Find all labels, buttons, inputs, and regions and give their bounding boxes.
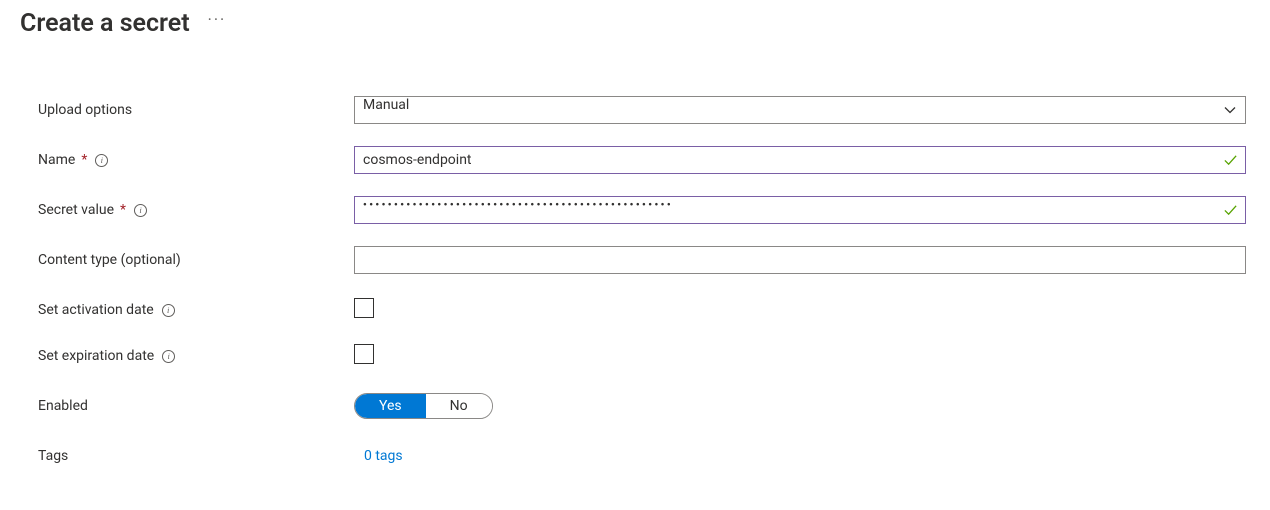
- upload-options-value: Manual: [354, 96, 1246, 124]
- upload-options-label: Upload options: [38, 102, 132, 118]
- secret-value-input[interactable]: ••••••••••••••••••••••••••••••••••••••••…: [354, 196, 1246, 224]
- upload-options-select[interactable]: Manual: [354, 96, 1246, 124]
- info-icon[interactable]: i: [95, 154, 108, 167]
- name-label: Name: [38, 152, 75, 168]
- tags-label: Tags: [38, 448, 68, 464]
- enabled-option-no[interactable]: No: [426, 394, 492, 418]
- expiration-date-checkbox[interactable]: [354, 344, 374, 364]
- enabled-toggle: Yes No: [354, 393, 493, 419]
- page-title: Create a secret: [20, 9, 190, 38]
- info-icon[interactable]: i: [162, 350, 175, 363]
- required-star-icon: *: [120, 202, 126, 218]
- enabled-option-yes[interactable]: Yes: [355, 394, 426, 418]
- enabled-label: Enabled: [38, 398, 88, 414]
- info-icon[interactable]: i: [162, 304, 175, 317]
- content-type-label: Content type (optional): [38, 252, 181, 268]
- secret-value-label: Secret value: [38, 202, 114, 218]
- secret-value-masked: ••••••••••••••••••••••••••••••••••••••••…: [363, 200, 673, 211]
- name-input[interactable]: [354, 146, 1246, 174]
- info-icon[interactable]: i: [134, 204, 147, 217]
- content-type-input[interactable]: [354, 246, 1246, 274]
- tags-link[interactable]: 0 tags: [354, 448, 403, 464]
- activation-date-label: Set activation date: [38, 302, 154, 318]
- more-actions-button[interactable]: ···: [206, 8, 229, 38]
- activation-date-checkbox[interactable]: [354, 298, 374, 318]
- expiration-date-label: Set expiration date: [38, 348, 154, 364]
- required-star-icon: *: [81, 152, 87, 168]
